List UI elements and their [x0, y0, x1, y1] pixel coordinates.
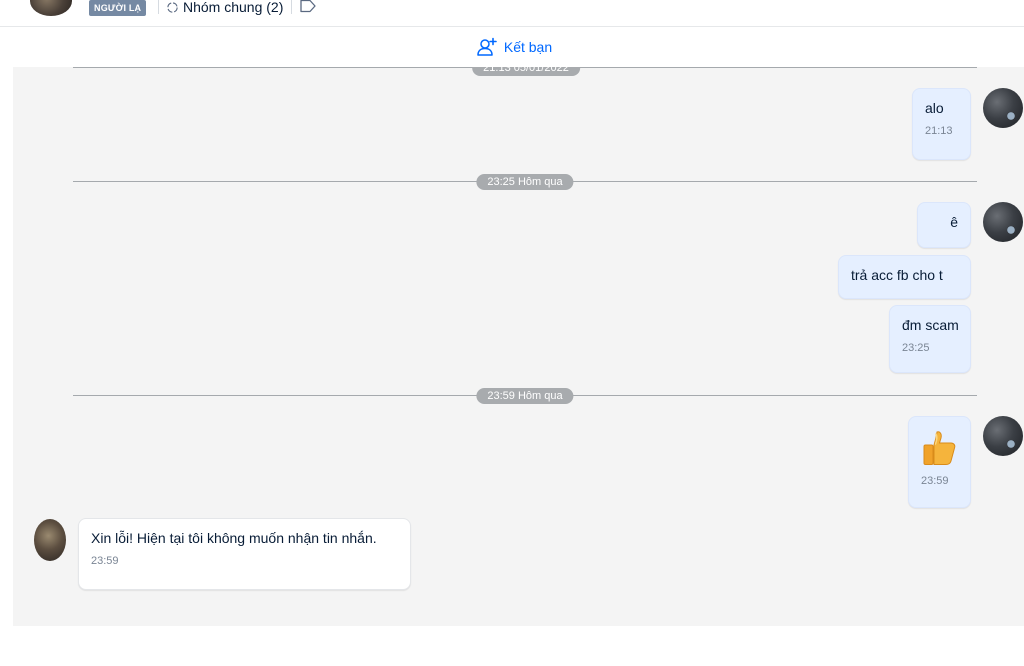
common-groups-link[interactable]: Nhóm chung (2) — [166, 0, 283, 17]
my-avatar[interactable] — [983, 202, 1023, 242]
contact-avatar[interactable] — [34, 519, 66, 561]
conversation-header: NGƯỜI LẠ Nhóm chung (2) — [0, 0, 1024, 27]
my-avatar[interactable] — [983, 88, 1023, 128]
message-text: Xin lỗi! Hiện tại tôi không muốn nhận ti… — [91, 530, 377, 546]
date-separator: 23:25 Hôm qua — [476, 174, 574, 190]
message-time: 23:25 — [902, 342, 930, 354]
refresh-circle-icon — [167, 1, 178, 13]
message-time: 23:59 — [91, 555, 119, 567]
message-bubble[interactable]: đm scam 23:25 — [889, 305, 971, 373]
message-text: ê — [950, 214, 958, 230]
my-avatar[interactable] — [983, 416, 1023, 456]
date-separator: 21:13 05/01/2022 — [472, 67, 580, 76]
friend-request-bar: Kết bạn — [0, 27, 1024, 67]
message-bubble[interactable]: trả acc fb cho t — [838, 255, 971, 299]
contact-avatar[interactable] — [30, 0, 72, 16]
add-friend-icon — [477, 37, 497, 56]
message-list[interactable]: 21:13 05/01/2022 alo 21:13 23:25 Hôm qua… — [13, 67, 1024, 626]
message-time: 23:59 — [921, 475, 949, 487]
stranger-badge: NGƯỜI LẠ — [89, 0, 147, 16]
message-time: 21:13 — [925, 125, 953, 137]
chat-window: NGƯỜI LẠ Nhóm chung (2) Kết bạn 21:13 05… — [0, 0, 1024, 666]
sticker-message[interactable]: 23:59 — [908, 416, 971, 508]
message-text: alo — [925, 100, 944, 116]
message-text: đm scam — [902, 317, 959, 333]
message-bubble[interactable]: Xin lỗi! Hiện tại tôi không muốn nhận ti… — [78, 518, 411, 590]
thumbs-up-icon — [923, 431, 956, 465]
add-friend-label: Kết bạn — [503, 39, 553, 55]
header-divider — [158, 0, 159, 14]
tag-icon[interactable] — [299, 0, 317, 13]
date-separator: 23:59 Hôm qua — [476, 388, 574, 404]
message-bubble[interactable]: ê — [917, 202, 971, 248]
header-divider — [291, 0, 292, 14]
common-groups-label: Nhóm chung (2) — [183, 0, 284, 15]
message-text: trả acc fb cho t — [851, 267, 943, 283]
message-bubble[interactable]: alo 21:13 — [912, 88, 971, 160]
add-friend-button[interactable]: Kết bạn — [476, 37, 552, 57]
